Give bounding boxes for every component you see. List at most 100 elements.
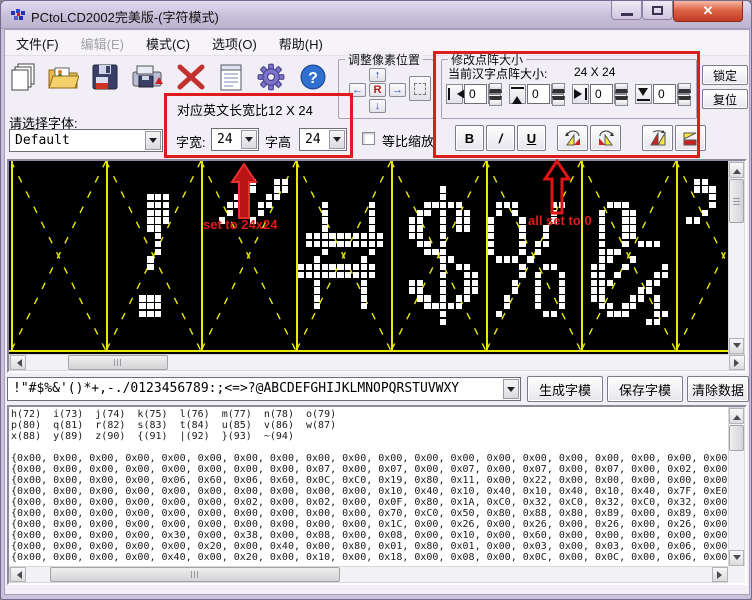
glyph-pixel [258,202,264,208]
glyph-pixel [322,225,328,231]
glyph-pixel [417,280,423,286]
glyph-pixel [464,225,470,231]
move-right-button[interactable]: → [389,83,406,97]
scroll-right-button[interactable] [712,567,728,582]
scroll-right-button[interactable] [729,355,745,370]
save-export-icon [129,62,165,92]
delete-button[interactable] [173,59,209,95]
arrow-up-icon: ↑ [375,69,381,81]
glyph-pixel [345,272,351,278]
glyph-pixel [440,186,446,192]
glyph-pixel [607,202,613,208]
output-vertical-scrollbar[interactable] [728,407,745,566]
glyph-pixel [654,280,660,286]
annotation-arrow-up-2 [543,159,571,215]
report-button[interactable] [213,59,249,95]
font-data-output[interactable]: h(72) i(73) j(74) k(75) l(76) m(77) n(78… [11,409,728,566]
scroll-left-button[interactable] [10,355,26,370]
glyph-pixel [630,256,636,262]
font-dropdown-button[interactable] [145,131,161,150]
minimize-button[interactable] [611,1,642,20]
glyph-pixel [535,280,541,286]
save-button[interactable] [87,59,123,95]
glyph-pixel [535,241,541,247]
reset-button[interactable]: 复位 [702,89,748,109]
glyph-pixel [361,264,367,270]
glyph-pixel [258,210,264,216]
glyph-pixel [139,295,145,301]
glyph-pixel [535,249,541,255]
open-file-button[interactable] [45,59,81,95]
font-combobox[interactable]: Default [9,129,163,152]
glyph-pixel [322,202,328,208]
glyph-pixel [417,233,423,239]
glyph-pixel [314,295,320,301]
maximize-button[interactable] [642,1,673,20]
help-button[interactable]: ? [295,59,331,95]
glyph-preview-canvas[interactable] [9,161,728,354]
output-panel: h(72) i(73) j(74) k(75) l(76) m(77) n(78… [7,405,747,585]
glyph-pixel [709,202,715,208]
save-font-button[interactable]: 保存字模 [607,376,683,402]
glyph-pixel [147,217,153,223]
glyph-pixel [369,202,375,208]
output-vscroll-thumb[interactable] [729,425,744,451]
menu-mode[interactable]: 模式(C) [135,31,201,56]
title-bar[interactable]: PCtoLCD2002完美版-(字符模式) ✕ [1,1,752,29]
move-down-button[interactable]: ↓ [369,99,386,113]
scroll-left-button[interactable] [10,567,26,582]
glyph-pixel [456,225,462,231]
charset-combobox[interactable]: !"#$%&'()*+,-./0123456789:;<=>?@ABCDEFGH… [7,377,521,401]
glyph-pixel [551,311,557,317]
new-file-button[interactable] [7,59,43,95]
scroll-up-button[interactable] [729,408,744,424]
glyph-pixel [314,241,320,247]
menu-edit[interactable]: 编辑(E) [70,31,135,56]
annotation-box-trim-settings [433,51,700,158]
glyph-pixel [630,225,636,231]
menu-options[interactable]: 选项(O) [201,31,268,56]
menu-file[interactable]: 文件(F) [5,31,70,56]
move-up-button[interactable]: ↑ [369,68,386,82]
glyph-pixel [464,295,470,301]
preview-vertical-scrollbar[interactable] [728,161,745,354]
glyph-pixel [329,272,335,278]
close-button[interactable]: ✕ [673,1,743,22]
lock-button[interactable]: 锁定 [702,65,748,85]
glyph-pixel [147,210,153,216]
glyph-pixel [559,280,565,286]
glyph-pixel [464,272,470,278]
scroll-up-button[interactable] [729,162,744,178]
glyph-pixel [607,303,613,309]
scroll-down-button[interactable] [729,338,744,354]
glyph-pixel [369,210,375,216]
glyph-pixel [155,241,161,247]
menu-help[interactable]: 帮助(H) [268,31,334,56]
charset-dropdown-button[interactable] [503,379,519,399]
settings-button[interactable] [253,59,289,95]
annotation-box-size-settings [164,93,353,158]
preview-horizontal-scrollbar[interactable] [9,354,745,371]
reset-position-button[interactable]: R [369,83,386,97]
output-horizontal-scrollbar[interactable] [9,566,728,583]
clear-data-button[interactable]: 清除数据 [687,376,749,402]
glyph-pixel [314,264,320,270]
preview-panel [7,159,747,373]
glyph-pixel [432,249,438,255]
glyph-pixel [155,217,161,223]
scroll-down-button[interactable] [729,550,744,566]
proportional-scale-checkbox[interactable] [362,132,375,145]
chevron-down-icon [149,138,157,147]
glyph-pixel [337,264,343,270]
center-glyph-button[interactable] [409,76,431,101]
arrow-left-icon: ← [352,84,363,96]
save-export-button[interactable] [129,59,165,95]
generate-font-button[interactable]: 生成字模 [527,376,603,402]
glyph-pixel [496,256,502,262]
glyph-pixel [314,233,320,239]
glyph-pixel [424,202,430,208]
output-hscroll-thumb[interactable] [50,567,340,582]
preview-hscroll-thumb[interactable] [68,355,168,370]
preview-vscroll-thumb[interactable] [729,179,744,223]
proportional-scale-label: 等比缩放 [382,131,434,150]
